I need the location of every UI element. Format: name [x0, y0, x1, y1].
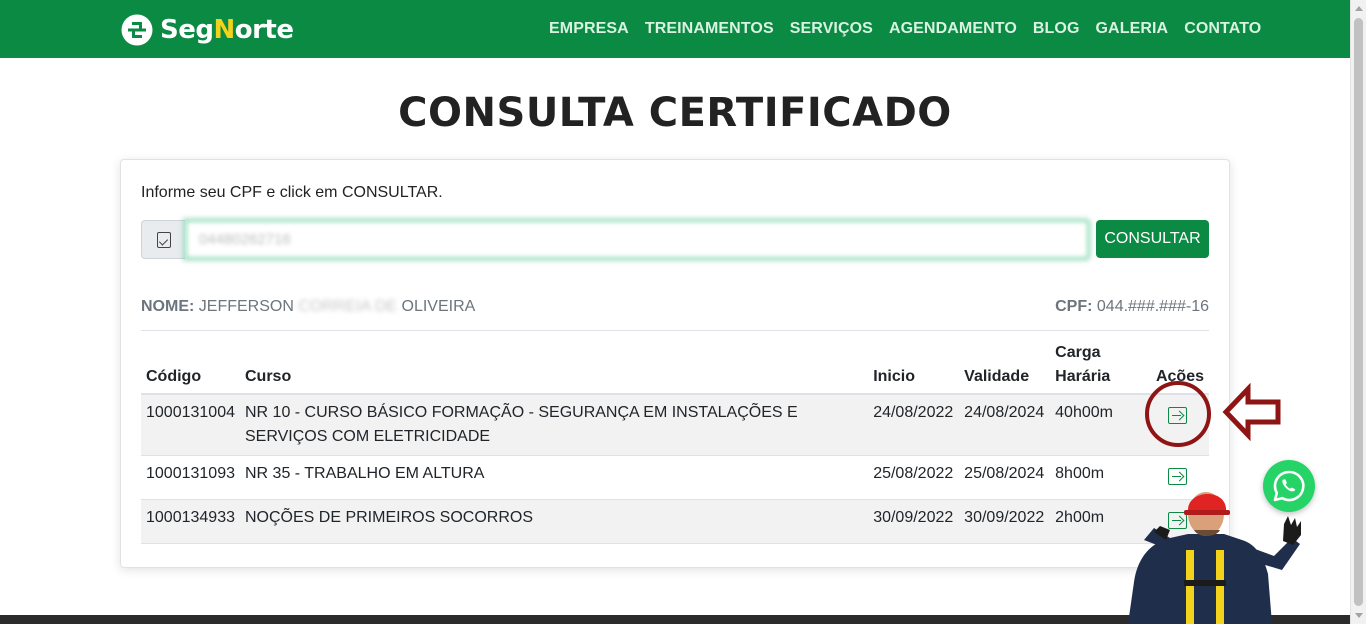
header-start: Inicio: [868, 337, 960, 395]
worker-mascot-illustration: [1128, 492, 1301, 624]
nav-item-empresa[interactable]: EMPRESA: [549, 20, 629, 38]
cell-validity: 24/08/2024: [964, 404, 1045, 421]
logo-text-orte: orte: [234, 15, 294, 45]
person-info: NOME: JEFFERSON CORREIA DE OLIVEIRA CPF:…: [141, 298, 1209, 316]
cell-course: NR 10 - CURSO BÁSICO FORMAÇÃO - SEGURANÇ…: [244, 404, 798, 445]
certificates-table: Código Curso Inicio Validade Carga Harár…: [141, 337, 1209, 544]
cell-start: 24/08/2022: [873, 404, 954, 421]
nav-item-blog[interactable]: BLOG: [1033, 20, 1080, 38]
cpf-addon: [141, 220, 185, 259]
cell-code: 1000131093: [146, 465, 235, 482]
cell-hours: 40h00m: [1055, 404, 1113, 421]
cpf-label: CPF:: [1055, 298, 1093, 315]
annotation-arrow-icon: [1222, 382, 1281, 442]
header-course: Curso: [239, 337, 869, 395]
main-nav: EMPRESA TREINAMENTOS SERVIÇOS AGENDAMENT…: [549, 20, 1261, 38]
nav-item-galeria[interactable]: GALERIA: [1096, 20, 1169, 38]
name-first: JEFFERSON: [198, 298, 294, 315]
nav-item-contato[interactable]: CONTATO: [1184, 20, 1261, 38]
person-name: NOME: JEFFERSON CORREIA DE OLIVEIRA: [141, 298, 475, 315]
cell-code: 1000134933: [146, 509, 235, 526]
page-title: CONSULTA CERTIFICADO: [398, 90, 952, 136]
consultar-button[interactable]: CONSULTAR: [1096, 220, 1209, 258]
cell-start: 25/08/2022: [873, 465, 954, 482]
arrow-right-square-icon[interactable]: [1168, 468, 1187, 485]
table-row: 1000131004 NR 10 - CURSO BÁSICO FORMAÇÃO…: [141, 394, 1209, 456]
logo-text: SegNorte: [160, 15, 294, 45]
logo-cross-icon: [121, 14, 153, 46]
cell-course: NR 35 - TRABALHO EM ALTURA: [244, 465, 485, 482]
cpf-input[interactable]: [185, 220, 1089, 259]
clipboard-check-icon: [156, 231, 171, 248]
table-row: 1000134933 NOÇÕES DE PRIMEIROS SOCORROS …: [141, 499, 1209, 544]
divider: [141, 330, 1209, 331]
header-hours: Carga Harária: [1050, 337, 1146, 395]
logo-text-seg: Seg: [160, 15, 214, 45]
certificate-lookup-card: Informe seu CPF e click em CONSULTAR. CO…: [120, 159, 1230, 568]
cpf-input-group: [141, 220, 1089, 259]
nav-item-treinamentos[interactable]: TREINAMENTOS: [645, 20, 774, 38]
cell-course: NOÇÕES DE PRIMEIROS SOCORROS: [244, 509, 534, 526]
cell-validity: 30/09/2022: [964, 509, 1045, 526]
table-header-row: Código Curso Inicio Validade Carga Harár…: [141, 337, 1209, 395]
nav-item-agendamento[interactable]: AGENDAMENTO: [889, 20, 1017, 38]
name-label: NOME:: [141, 298, 195, 315]
person-cpf: CPF: 044.###.###-16: [1055, 298, 1209, 316]
name-hidden: CORREIA DE: [298, 298, 398, 315]
page-scrollbar[interactable]: [1350, 0, 1366, 624]
scroll-down-icon[interactable]: [1355, 613, 1363, 618]
header-validity: Validade: [959, 337, 1051, 395]
cell-start: 30/09/2022: [873, 509, 954, 526]
scroll-up-icon[interactable]: [1355, 6, 1363, 11]
logo-text-n: N: [213, 15, 235, 45]
nav-item-servicos[interactable]: SERVIÇOS: [790, 20, 873, 38]
annotation-circle: [1145, 381, 1211, 447]
header-code: Código: [141, 337, 240, 395]
cpf-masked: 044.###.###-16: [1096, 298, 1209, 315]
table-row: 1000131093 NR 35 - TRABALHO EM ALTURA 25…: [141, 456, 1209, 500]
form-instruction: Informe seu CPF e click em CONSULTAR.: [141, 184, 443, 201]
cell-code: 1000131004: [146, 404, 235, 421]
segnorte-logo[interactable]: SegNorte: [120, 13, 294, 47]
name-last: OLIVEIRA: [401, 298, 476, 315]
scroll-thumb[interactable]: [1354, 18, 1363, 606]
cell-validity: 25/08/2024: [964, 465, 1045, 482]
top-navbar: SegNorte EMPRESA TREINAMENTOS SERVIÇOS A…: [0, 0, 1350, 58]
